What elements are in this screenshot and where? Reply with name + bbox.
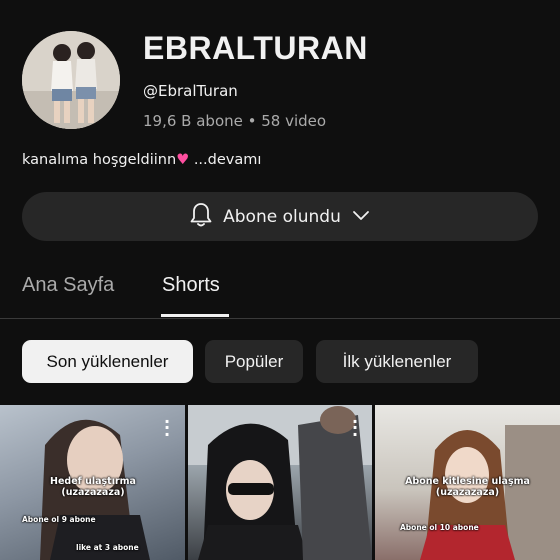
short-title: Hedef ulaştırma (uzazazaza) — [50, 476, 136, 498]
subscribed-label: Abone olundu — [223, 206, 341, 227]
chevron-down-icon — [351, 207, 371, 226]
description-more-link[interactable]: ...devamı — [194, 152, 262, 168]
short-thumbnail[interactable]: Abone kitlesine ulaşma (uzazazaza) Abone… — [375, 405, 560, 560]
subscribed-button[interactable]: Abone olundu — [22, 192, 538, 241]
short-thumbnail-image — [188, 405, 372, 560]
tab-selected-indicator — [161, 314, 229, 317]
short-caption: like at 3 abone — [76, 543, 139, 552]
chip-oldest[interactable]: İlk yüklenenler — [316, 340, 478, 383]
short-title: Abone kitlesine ulaşma (uzazazaza) — [405, 476, 530, 498]
short-caption: Abone ol 9 abone — [22, 515, 96, 524]
short-thumbnail[interactable]: · · · — [188, 405, 372, 560]
short-caption: Abone ol 10 abone — [400, 523, 479, 532]
heart-icon: ♥ — [176, 152, 190, 168]
more-vert-icon[interactable]: · · · — [352, 413, 358, 442]
short-thumbnail[interactable]: Hedef ulaştırma (uzazazaza) Abone ol 9 a… — [0, 405, 185, 560]
channel-tabs: Ana Sayfa Shorts — [0, 266, 560, 319]
channel-name: EBRALTURAN — [143, 30, 368, 66]
more-vert-icon[interactable]: · · · — [164, 413, 170, 442]
description-text: kanalıma hoşgeldiinn — [22, 152, 177, 168]
channel-stats: 19,6 B abone • 58 video — [143, 112, 327, 130]
tab-shorts[interactable]: Shorts — [162, 274, 220, 297]
channel-handle: @EbralTuran — [143, 82, 238, 100]
channel-description[interactable]: kanalıma hoşgeldiinn♥ ...devamı — [22, 152, 261, 168]
bell-icon — [189, 202, 213, 232]
chip-popular[interactable]: Popüler — [205, 340, 303, 383]
shorts-grid: Hedef ulaştırma (uzazazaza) Abone ol 9 a… — [0, 405, 560, 560]
tab-home[interactable]: Ana Sayfa — [22, 274, 114, 297]
chip-latest[interactable]: Son yüklenenler — [22, 340, 193, 383]
channel-avatar[interactable] — [22, 31, 120, 129]
